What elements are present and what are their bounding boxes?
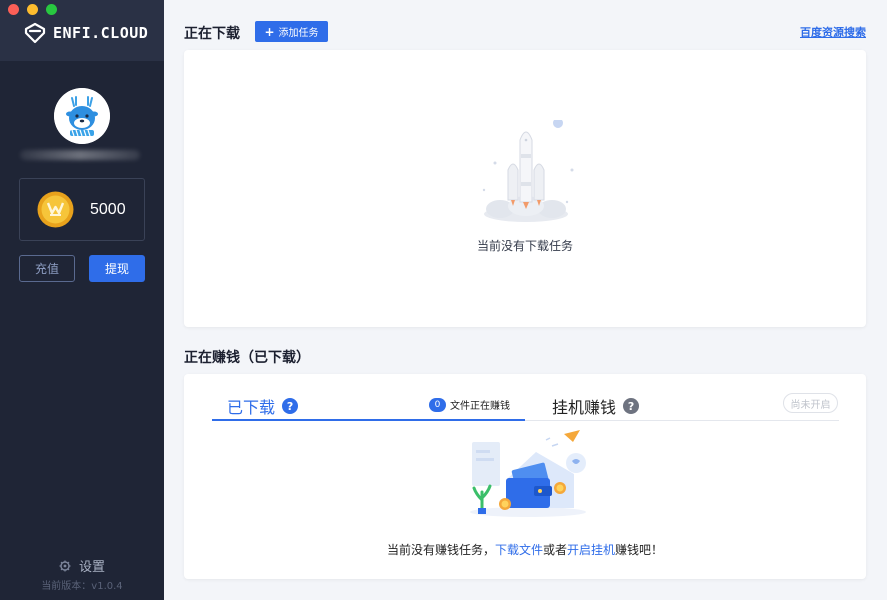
logo-text: ENFI.CLOUD [53,24,149,42]
avatar[interactable] [54,88,110,144]
deer-avatar-icon [54,88,110,144]
files-earning-count: 0 文件正在赚钱 [429,397,510,412]
baidu-search-link[interactable]: 百度资源搜索 [800,24,866,40]
earn-card: 已下载 ? 0 文件正在赚钱 挂机赚钱 ? 尚未开启 当前没有赚钱任务，下载文件… [184,374,866,579]
window-zoom-button[interactable] [46,4,57,15]
sidebar: ENFI.CLOUD 5000 充值 提现 设置 当前版本：v1.0.4 [0,0,164,600]
settings-button[interactable]: 设置 [0,556,164,575]
tab-idle-label: 挂机赚钱 [552,398,617,417]
wallet-box: 5000 [19,178,145,241]
empty-earn-prefix: 当前没有赚钱任务， [386,543,495,557]
download-files-link[interactable]: 下载文件 [495,543,543,557]
downloading-title: 正在下载 [184,26,240,42]
tab-downloaded[interactable]: 已下载 ? [227,394,299,418]
window-close-button[interactable] [8,4,19,15]
wallet-illustration-icon [470,430,586,517]
add-task-button[interactable]: + 添加任务 [255,21,328,42]
recharge-button[interactable]: 充值 [19,255,75,282]
coin-icon [37,191,74,228]
app-logo: ENFI.CLOUD [24,22,148,44]
sidebar-header: ENFI.CLOUD [0,0,164,61]
files-earning-label: 文件正在赚钱 [450,401,510,412]
logo-mark-icon [24,22,46,44]
earning-title: 正在赚钱（已下载） [184,350,310,366]
empty-download-text: 当前没有下载任务 [476,239,573,253]
enable-idle-link[interactable]: 开启挂机 [567,543,615,557]
username-redacted [20,150,140,160]
rocket-illustration-icon [482,120,574,222]
settings-label: 设置 [78,560,105,575]
download-card: 当前没有下载任务 [184,50,866,327]
active-tab-indicator [212,419,525,421]
help-icon[interactable]: ? [282,398,299,414]
files-earning-badge: 0 [429,397,446,412]
empty-earn-suffix: 赚钱吧！ [615,543,664,557]
help-icon[interactable]: ? [623,398,640,414]
tab-downloaded-label: 已下载 [227,398,276,417]
empty-earn-or: 或者 [542,543,567,557]
gear-icon [59,560,71,571]
tab-idle-earning[interactable]: 挂机赚钱 ? [552,394,640,418]
version-label: 当前版本：v1.0.4 [41,581,123,592]
empty-earn-text: 当前没有赚钱任务，下载文件或者开启挂机赚钱吧！ [184,541,866,558]
plus-icon: + [264,24,275,39]
add-task-label: 添加任务 [278,28,319,39]
window-minimize-button[interactable] [27,4,38,15]
idle-status-badge: 尚未开启 [783,393,838,413]
withdraw-button[interactable]: 提现 [89,255,145,282]
balance-amount: 5000 [90,200,126,218]
